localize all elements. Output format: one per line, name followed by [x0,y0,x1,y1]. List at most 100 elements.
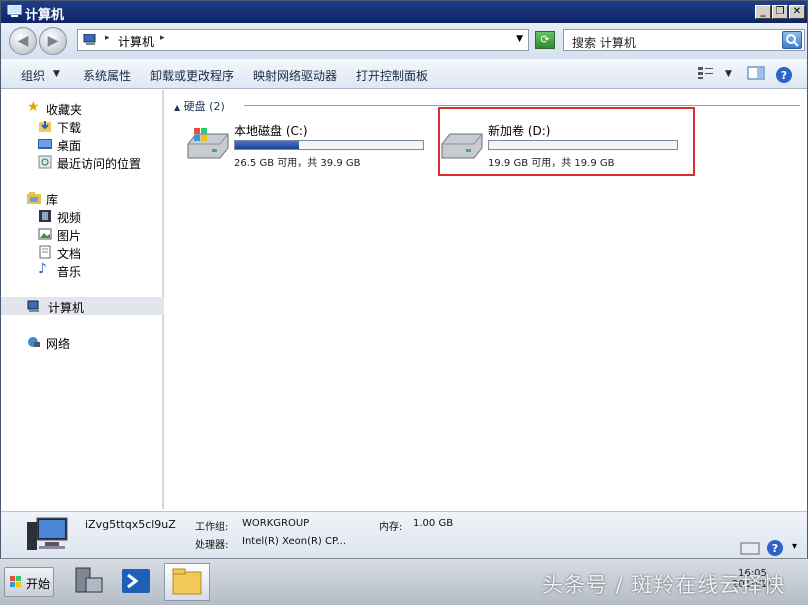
nav-documents-label: 文档 [57,247,82,261]
computer-icon [27,517,68,550]
details-pane: iZvg5ttqx5cl9uZ 工作组: WORKGROUP 内存: 1.00 … [1,511,807,559]
nav-pictures[interactable]: 图片 [1,225,164,243]
taskbar-explorer[interactable] [164,563,210,601]
nav-pictures-label: 图片 [57,229,82,243]
group-header-hard-disks[interactable]: ▲ 硬盘 (2) [174,98,225,114]
address-bar-area: ◀ ▶ ▸ 计算机 ▸ ▼ ⟳ 搜索 计算机 [1,23,807,59]
view-dropdown-icon[interactable]: ▼ [725,69,732,79]
memory-value: 1.00 GB [413,518,454,529]
chevron-down-icon[interactable]: ▼ [53,69,60,79]
drive-usage-bar [234,140,424,150]
nav-favorites[interactable]: ★ 收藏夹 [1,99,164,117]
help-icon[interactable]: ? [766,539,784,557]
watermark-text: 头条号 / 斑羚在线云择快 [542,573,786,597]
help-icon[interactable]: ? [775,66,793,84]
nav-desktop-label: 桌面 [57,139,82,153]
address-field[interactable]: ▸ 计算机 ▸ ▼ [77,29,529,51]
recent-places-icon [38,155,52,169]
navigation-pane: ★ 收藏夹 下载 桌面 最近访问的位置 库 视频 图片 文档 ♪ 音乐 计算机 … [1,90,164,509]
search-placeholder: 搜索 计算机 [572,36,636,50]
drive-name: 本地磁盘 (C:) [234,124,308,138]
document-icon [39,245,51,259]
desktop-icon [38,139,52,149]
group-header-label: 硬盘 (2) [183,100,225,113]
network-icon [28,337,40,347]
nav-favorites-label: 收藏夹 [46,103,83,117]
nav-libraries[interactable]: 库 [1,189,164,207]
nav-music-label: 音乐 [57,265,82,279]
uninstall-program-button[interactable]: 卸载或更改程序 [150,67,234,84]
search-icon[interactable] [782,31,802,49]
taskbar-powershell[interactable] [118,564,158,600]
breadcrumb-chevron-icon[interactable]: ▸ [160,33,165,43]
collapse-triangle-icon[interactable]: ▲ [174,103,180,112]
group-divider [244,105,800,106]
explorer-window: 计算机 _ ❐ ✕ ◀ ▶ ▸ 计算机 ▸ ▼ ⟳ 搜索 计算机 组织 ▼ 系统… [0,0,808,559]
server-manager-icon [75,567,103,593]
search-input[interactable]: 搜索 计算机 [563,29,805,51]
preview-pane-icon[interactable] [747,66,765,80]
options-dropdown-icon[interactable]: ▾ [792,541,797,552]
forward-arrow-icon: ▶ [47,33,59,49]
start-button[interactable]: 开始 [4,567,54,597]
taskbar-server-manager[interactable] [70,564,110,600]
start-label: 开始 [26,577,51,591]
workgroup-label: 工作组: [195,522,229,533]
svg-text:?: ? [772,542,778,555]
title-bar[interactable]: 计算机 _ ❐ ✕ [1,1,807,23]
view-options-icon[interactable] [697,66,715,80]
system-properties-button[interactable]: 系统属性 [83,67,131,84]
memory-label: 内存: [379,522,403,533]
close-button[interactable]: ✕ [789,5,805,19]
powershell-icon [122,569,150,593]
minimize-button[interactable]: _ [755,5,771,19]
open-control-panel-button[interactable]: 打开控制面板 [356,67,428,84]
nav-network[interactable]: 网络 [1,333,164,351]
windows-logo-icon [10,576,21,587]
nav-computer-label: 计算机 [48,301,85,315]
breadcrumb-chevron-icon[interactable]: ▸ [105,33,110,43]
refresh-icon: ⟳ [540,33,550,46]
nav-videos[interactable]: 视频 [1,207,164,225]
drive-space-info: 26.5 GB 可用，共 39.9 GB [234,158,361,169]
nav-videos-label: 视频 [57,211,82,225]
picture-icon [38,228,52,240]
nav-libraries-label: 库 [46,193,59,207]
nav-recent-label: 最近访问的位置 [57,157,142,171]
star-icon: ★ [27,99,40,115]
downloads-folder-icon [39,121,51,132]
map-network-drive-button[interactable]: 映射网络驱动器 [253,67,337,84]
folder-icon [172,568,202,595]
address-dropdown-icon[interactable]: ▼ [516,34,523,44]
music-icon: ♪ [38,261,47,277]
computer-icon [7,5,22,17]
nav-downloads[interactable]: 下载 [1,117,164,135]
window-title: 计算机 [25,8,65,23]
back-button[interactable]: ◀ [9,27,37,55]
organize-menu[interactable]: 组织 [21,67,45,84]
drive-usage-fill [235,141,299,149]
nav-downloads-label: 下载 [57,121,82,135]
nav-music[interactable]: ♪ 音乐 [1,261,164,279]
nav-recent-places[interactable]: 最近访问的位置 [1,153,164,171]
library-folder-icon [27,192,41,204]
cpu-value: Intel(R) Xeon(R) CP... [242,536,346,547]
breadcrumb-computer[interactable]: 计算机 [118,33,154,50]
restore-button[interactable]: ❐ [772,5,788,19]
computer-name: iZvg5ttqx5cl9uZ [85,518,176,531]
back-arrow-icon: ◀ [17,33,29,49]
computer-icon [27,300,39,312]
refresh-button[interactable]: ⟳ [535,31,555,49]
hard-drive-windows-icon [187,128,229,159]
keyboard-icon[interactable] [740,539,760,557]
workgroup-value: WORKGROUP [242,518,310,529]
drive-c[interactable]: 本地磁盘 (C:) 26.5 GB 可用，共 39.9 GB [182,118,432,184]
nav-computer[interactable]: 计算机 [1,297,164,315]
nav-desktop[interactable]: 桌面 [1,135,164,153]
svg-text:?: ? [781,69,787,82]
computer-icon [83,34,96,45]
nav-documents[interactable]: 文档 [1,243,164,261]
cpu-label: 处理器: [195,540,229,551]
forward-button[interactable]: ▶ [39,27,67,55]
nav-network-label: 网络 [46,337,71,351]
